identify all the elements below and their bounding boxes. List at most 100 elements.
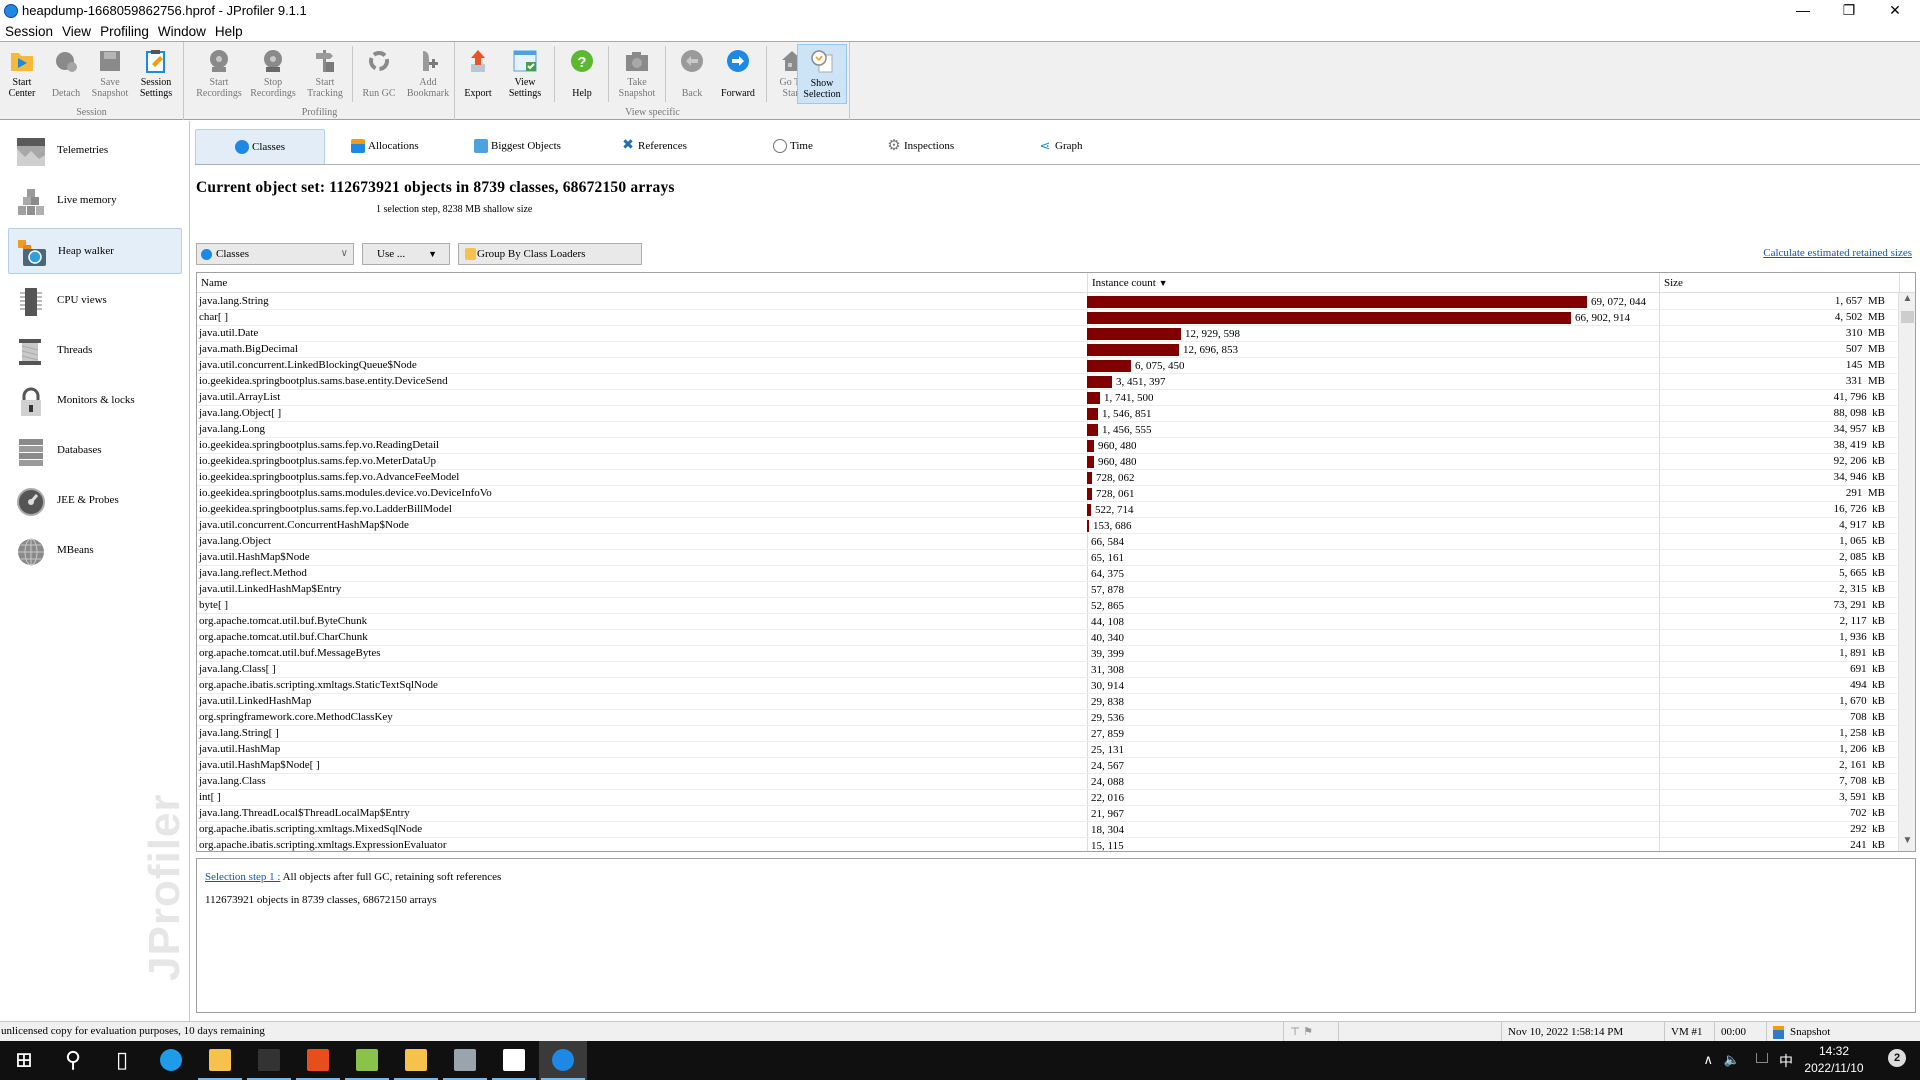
table-row[interactable]: org.apache.ibatis.scripting.xmltags.Mixe… — [197, 822, 1897, 838]
take-snapshot-button[interactable]: Take Snapshot — [613, 44, 661, 104]
table-row[interactable]: io.geekidea.springbootplus.sams.fep.vo.A… — [197, 470, 1897, 486]
save-snapshot-button[interactable]: Save Snapshot — [88, 44, 132, 104]
sidebar-item-heap-walker[interactable]: Heap walker — [8, 228, 182, 274]
table-row[interactable]: java.lang.Object 66, 584 1, 065 kB — [197, 534, 1897, 550]
table-row[interactable]: java.util.LinkedHashMap 29, 838 1, 670 kB — [197, 694, 1897, 710]
forward-button[interactable]: Forward — [714, 44, 762, 104]
view-type-select[interactable]: Classes ∨ — [196, 243, 354, 265]
table-row[interactable]: io.geekidea.springbootplus.sams.fep.vo.L… — [197, 502, 1897, 518]
menu-view[interactable]: View — [57, 22, 95, 39]
taskbar-button[interactable] — [392, 1041, 440, 1080]
table-row[interactable]: java.lang.String[ ] 27, 859 1, 258 kB — [197, 726, 1897, 742]
selection-step-link[interactable]: Selection step 1 : — [205, 871, 280, 883]
table-row[interactable]: java.lang.reflect.Method 64, 375 5, 665 kB — [197, 566, 1897, 582]
taskbar-button[interactable] — [490, 1041, 538, 1080]
table-row[interactable]: byte[ ] 52, 865 73, 291 kB — [197, 598, 1897, 614]
tab-inspections[interactable]: ⚙ Inspections — [887, 129, 954, 164]
table-row[interactable]: char[ ] 66, 902, 914 4, 502 MB — [197, 310, 1897, 326]
column-header-instance-count[interactable]: Instance count ▼ — [1088, 273, 1660, 293]
table-row[interactable]: java.util.Date 12, 929, 598 310 MB — [197, 326, 1897, 342]
table-row[interactable]: java.math.BigDecimal 12, 696, 853 507 MB — [197, 342, 1897, 358]
taskbar-button[interactable] — [147, 1041, 195, 1080]
detach-button[interactable]: Detach — [44, 44, 88, 104]
minimize-button[interactable]: — — [1780, 0, 1826, 22]
back-button[interactable]: Back — [670, 44, 714, 104]
table-row[interactable]: java.lang.Class 24, 088 7, 708 kB — [197, 774, 1897, 790]
taskbar-button[interactable]: ⊞ — [0, 1041, 48, 1080]
table-row[interactable]: org.apache.tomcat.util.buf.CharChunk 40, … — [197, 630, 1897, 646]
taskbar-button[interactable] — [294, 1041, 342, 1080]
scroll-down-icon[interactable]: ▼ — [1899, 835, 1915, 851]
table-row[interactable]: int[ ] 22, 016 3, 591 kB — [197, 790, 1897, 806]
table-row[interactable]: java.lang.Object[ ] 1, 546, 851 88, 098 kB — [197, 406, 1897, 422]
sidebar-item-live-memory[interactable]: Live memory — [8, 178, 182, 224]
start-tracking-button[interactable]: Start Tracking — [302, 44, 348, 104]
menu-window[interactable]: Window — [153, 22, 210, 39]
sidebar-item-telemetries[interactable]: Telemetries — [8, 128, 182, 174]
network-icon[interactable] — [1756, 1053, 1768, 1063]
table-row[interactable]: org.apache.tomcat.util.buf.ByteChunk 44, … — [197, 614, 1897, 630]
tab-references[interactable]: ✖ References — [621, 129, 687, 164]
close-button[interactable]: ✕ — [1872, 0, 1918, 22]
taskbar-button[interactable]: ▯ — [98, 1041, 146, 1080]
run-gc-button[interactable]: Run GC — [357, 44, 401, 104]
taskbar-button[interactable]: ⚲ — [49, 1041, 97, 1080]
use-dropdown-button[interactable]: Use ... ▼ — [362, 243, 450, 265]
taskbar-button[interactable] — [539, 1041, 587, 1080]
table-row[interactable]: io.geekidea.springbootplus.sams.base.ent… — [197, 374, 1897, 390]
group-by-class-loaders-button[interactable]: Group By Class Loaders — [458, 243, 642, 265]
tray-chevron-up-icon[interactable]: ∧ — [1703, 1052, 1713, 1068]
view-settings-button[interactable]: View Settings — [500, 44, 550, 104]
notifications-badge[interactable]: 2 — [1888, 1049, 1906, 1067]
menu-session[interactable]: Session — [0, 22, 57, 39]
stop-recordings-button[interactable]: Stop Recordings — [248, 44, 298, 104]
table-row[interactable]: java.util.HashMap$Node[ ] 24, 567 2, 161 k… — [197, 758, 1897, 774]
table-row[interactable]: io.geekidea.springbootplus.sams.fep.vo.R… — [197, 438, 1897, 454]
table-row[interactable]: org.apache.ibatis.scripting.xmltags.Expr… — [197, 838, 1897, 851]
taskbar-button[interactable] — [245, 1041, 293, 1080]
table-row[interactable]: java.util.concurrent.ConcurrentHashMap$N… — [197, 518, 1897, 534]
sidebar-item-cpu-views[interactable]: CPU views — [8, 278, 182, 324]
table-row[interactable]: java.util.HashMap$Node 65, 161 2, 085 kB — [197, 550, 1897, 566]
sidebar-item-mbeans[interactable]: MBeans — [8, 528, 182, 574]
scrollbar-thumb[interactable] — [1901, 311, 1914, 323]
tab-allocations[interactable]: Allocations — [351, 129, 419, 164]
taskbar-button[interactable] — [196, 1041, 244, 1080]
table-row[interactable]: java.lang.Class[ ] 31, 308 691 kB — [197, 662, 1897, 678]
table-row[interactable]: org.apache.tomcat.util.buf.MessageBytes 3… — [197, 646, 1897, 662]
show-selection-button[interactable]: Show Selection — [797, 44, 847, 104]
scroll-up-icon[interactable]: ▲ — [1899, 293, 1915, 309]
vertical-scrollbar[interactable]: ▲ ▼ — [1898, 293, 1915, 851]
export-button[interactable]: Export — [456, 44, 500, 104]
sidebar-item-jee-probes[interactable]: JEE & Probes — [8, 478, 182, 524]
table-row[interactable]: java.util.ArrayList 1, 741, 500 41, 796 kB — [197, 390, 1897, 406]
table-row[interactable]: org.apache.ibatis.scripting.xmltags.Stat… — [197, 678, 1897, 694]
table-row[interactable]: java.lang.ThreadLocal$ThreadLocalMap$Ent… — [197, 806, 1897, 822]
table-row[interactable]: java.lang.String 69, 072, 044 1, 657 MB — [197, 294, 1897, 310]
table-row[interactable]: java.util.HashMap 25, 131 1, 206 kB — [197, 742, 1897, 758]
table-row[interactable]: io.geekidea.springbootplus.sams.fep.vo.M… — [197, 454, 1897, 470]
start-recordings-button[interactable]: Start Recordings — [194, 44, 244, 104]
menu-profiling[interactable]: Profiling — [95, 22, 153, 39]
session-settings-button[interactable]: Session Settings — [134, 44, 178, 104]
table-row[interactable]: io.geekidea.springbootplus.sams.modules.… — [197, 486, 1897, 502]
table-row[interactable]: java.util.LinkedHashMap$Entry 57, 878 2, 3… — [197, 582, 1897, 598]
start-center-button[interactable]: Start Center — [0, 44, 44, 104]
sidebar-item-threads[interactable]: Threads — [8, 328, 182, 374]
table-row[interactable]: org.springframework.core.MethodClassKey 2… — [197, 710, 1897, 726]
tab-graph[interactable]: ⋖ Graph — [1038, 129, 1083, 164]
tab-biggest-objects[interactable]: Biggest Objects — [474, 129, 561, 164]
column-header-name[interactable]: Name — [197, 273, 1088, 293]
tray-date[interactable]: 2022/11/10 — [1799, 1061, 1869, 1075]
sidebar-item-databases[interactable]: Databases — [8, 428, 182, 474]
calculate-retained-sizes-link[interactable]: Calculate estimated retained sizes — [1763, 247, 1912, 259]
table-row[interactable]: java.util.concurrent.LinkedBlockingQueue… — [197, 358, 1897, 374]
tab-time[interactable]: Time — [773, 129, 813, 164]
taskbar-button[interactable] — [343, 1041, 391, 1080]
column-header-size[interactable]: Size — [1660, 273, 1900, 293]
table-row[interactable]: java.lang.Long 1, 456, 555 34, 957 kB — [197, 422, 1897, 438]
help-button[interactable]: ? Help — [560, 44, 604, 104]
volume-muted-icon[interactable]: 🔈 — [1724, 1052, 1740, 1068]
tray-time[interactable]: 14:32 — [1799, 1044, 1869, 1058]
restore-button[interactable]: ❐ — [1826, 0, 1872, 22]
